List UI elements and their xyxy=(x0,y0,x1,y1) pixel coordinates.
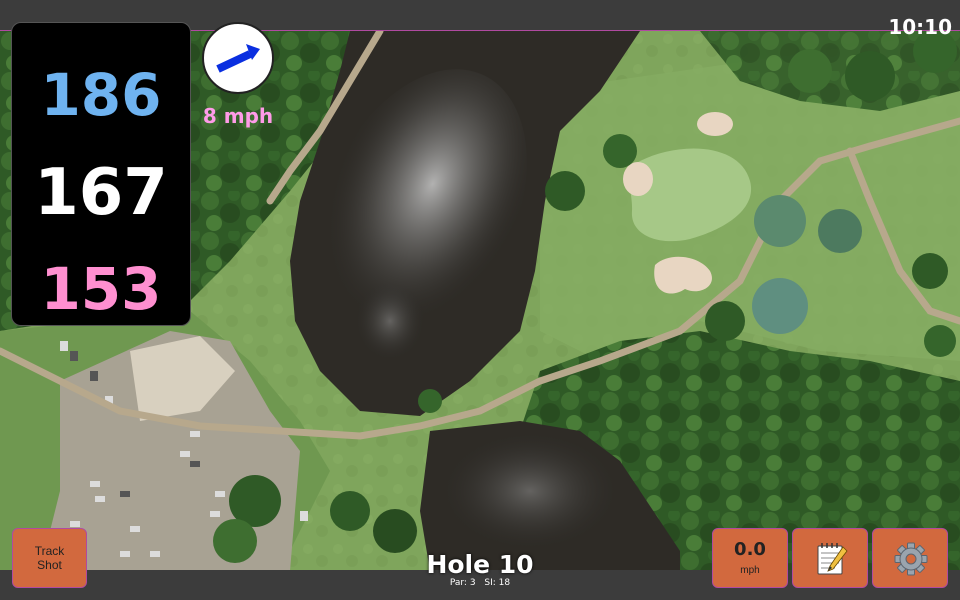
speed-value: 0.0 xyxy=(734,539,766,560)
gear-icon xyxy=(894,542,928,576)
speed-unit: mph xyxy=(740,565,760,576)
settings-button[interactable] xyxy=(872,528,948,588)
track-shot-button[interactable]: Track Shot xyxy=(12,528,87,588)
distance-front: 153 xyxy=(40,255,162,323)
speed-button[interactable]: 0.0 mph xyxy=(712,528,788,588)
wind-speed-label: 8 mph xyxy=(202,104,274,128)
wind-compass xyxy=(202,22,274,94)
notes-button[interactable] xyxy=(792,528,868,588)
golf-gps-app: 10:10 186 167 153 8 mph Track Shot Hole … xyxy=(0,0,960,600)
distance-back: 186 xyxy=(40,61,162,129)
track-shot-label-line1: Track xyxy=(34,544,65,558)
wind-direction-arrow-icon xyxy=(216,44,260,73)
track-shot-label-line2: Shot xyxy=(37,558,62,572)
distance-panel: 186 167 153 xyxy=(11,22,191,326)
hole-par: Par: 3 xyxy=(449,578,476,588)
distance-middle: 167 xyxy=(34,156,168,230)
status-clock: 10:10 xyxy=(888,15,952,39)
notepad-icon xyxy=(817,543,848,575)
hole-stroke-index: SI: 18 xyxy=(484,578,511,588)
hole-meta: Par: 3 SI: 18 xyxy=(380,578,580,588)
hole-title: Hole 10 xyxy=(426,550,534,579)
